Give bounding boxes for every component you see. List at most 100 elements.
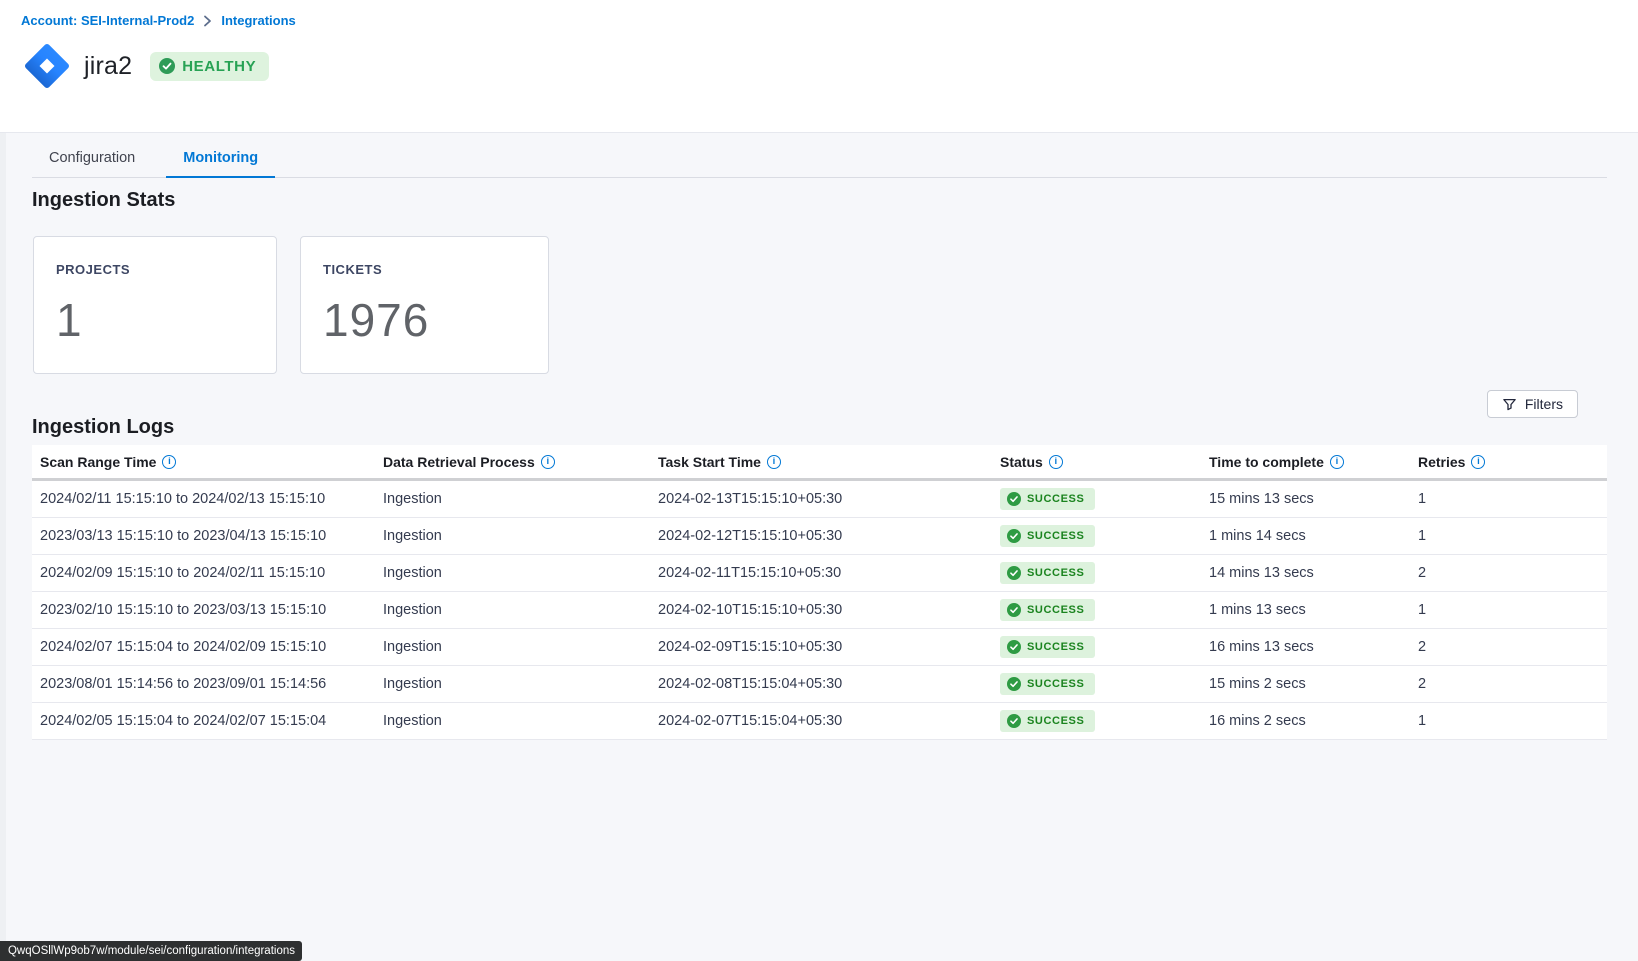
column-header-status: Status i: [1000, 454, 1209, 470]
check-circle-icon: [1007, 566, 1021, 580]
cell-status: SUCCESS: [1000, 710, 1209, 732]
log-rows: 2024/02/11 15:15:10 to 2024/02/13 15:15:…: [32, 481, 1607, 740]
cell-time-to-complete: 15 mins 2 secs: [1209, 676, 1418, 692]
column-label: Data Retrieval Process: [383, 454, 535, 470]
cell-task-start-time: 2024-02-13T15:15:10+05:30: [658, 491, 1000, 507]
stat-cards: PROJECTS 1 TICKETS 1976: [33, 236, 549, 374]
cell-task-start-time: 2024-02-12T15:15:10+05:30: [658, 528, 1000, 544]
cell-scan-range-time: 2024/02/05 15:15:04 to 2024/02/07 15:15:…: [40, 713, 383, 729]
info-icon[interactable]: i: [162, 455, 176, 469]
health-status-badge: HEALTHY: [150, 52, 269, 81]
cell-retries: 1: [1418, 713, 1607, 729]
column-header-retries: Retries i: [1418, 454, 1607, 470]
table-row[interactable]: 2023/03/13 15:15:10 to 2023/04/13 15:15:…: [32, 518, 1607, 555]
column-header-data-retrieval-process: Data Retrieval Process i: [383, 454, 658, 470]
table-row[interactable]: 2024/02/05 15:15:04 to 2024/02/07 15:15:…: [32, 703, 1607, 740]
cell-status: SUCCESS: [1000, 488, 1209, 510]
check-circle-icon: [1007, 492, 1021, 506]
link-preview-path: QwqOSllWp9ob7w/module/sei/configuration/…: [8, 941, 295, 961]
cell-retries: 1: [1418, 528, 1607, 544]
stat-label: PROJECTS: [56, 262, 254, 277]
filters-button-label: Filters: [1525, 396, 1563, 412]
cell-task-start-time: 2024-02-10T15:15:10+05:30: [658, 602, 1000, 618]
filters-button[interactable]: Filters: [1487, 390, 1578, 418]
table-row[interactable]: 2024/02/11 15:15:10 to 2024/02/13 15:15:…: [32, 481, 1607, 518]
info-icon[interactable]: i: [541, 455, 555, 469]
info-icon[interactable]: i: [1330, 455, 1344, 469]
ingestion-logs-heading: Ingestion Logs: [32, 416, 174, 439]
cell-scan-range-time: 2023/03/13 15:15:10 to 2023/04/13 15:15:…: [40, 528, 383, 544]
ingestion-logs-table: Scan Range Time i Data Retrieval Process…: [32, 445, 1607, 740]
check-circle-icon: [1007, 640, 1021, 654]
cell-scan-range-time: 2024/02/07 15:15:04 to 2024/02/09 15:15:…: [40, 639, 383, 655]
ingestion-stats-heading: Ingestion Stats: [32, 189, 175, 212]
status-label: SUCCESS: [1027, 641, 1084, 653]
table-row[interactable]: 2023/02/10 15:15:10 to 2023/03/13 15:15:…: [32, 592, 1607, 629]
column-header-scan-range-time: Scan Range Time i: [40, 454, 383, 470]
check-circle-icon: [1007, 714, 1021, 728]
column-label: Retries: [1418, 454, 1465, 470]
cell-status: SUCCESS: [1000, 599, 1209, 621]
cell-status: SUCCESS: [1000, 673, 1209, 695]
table-row[interactable]: 2023/08/01 15:14:56 to 2023/09/01 15:14:…: [32, 666, 1607, 703]
cell-task-start-time: 2024-02-11T15:15:10+05:30: [658, 565, 1000, 581]
status-label: SUCCESS: [1027, 493, 1084, 505]
stat-value: 1: [56, 293, 254, 347]
status-badge: SUCCESS: [1000, 599, 1095, 621]
info-icon[interactable]: i: [1471, 455, 1485, 469]
column-header-task-start-time: Task Start Time i: [658, 454, 1000, 470]
cell-retries: 1: [1418, 491, 1607, 507]
table-header-row: Scan Range Time i Data Retrieval Process…: [32, 445, 1607, 481]
cell-task-start-time: 2024-02-08T15:15:04+05:30: [658, 676, 1000, 692]
cell-time-to-complete: 15 mins 13 secs: [1209, 491, 1418, 507]
column-label: Task Start Time: [658, 454, 761, 470]
status-badge: SUCCESS: [1000, 710, 1095, 732]
breadcrumb: Account: SEI-Internal-Prod2 Integrations: [21, 13, 296, 28]
chevron-right-icon: [203, 15, 212, 27]
status-badge: SUCCESS: [1000, 673, 1095, 695]
info-icon[interactable]: i: [767, 455, 781, 469]
breadcrumb-integrations-link[interactable]: Integrations: [221, 13, 295, 28]
status-badge: SUCCESS: [1000, 488, 1095, 510]
status-badge: SUCCESS: [1000, 525, 1095, 547]
cell-data-retrieval-process: Ingestion: [383, 639, 658, 655]
stat-value: 1976: [323, 293, 526, 347]
info-icon[interactable]: i: [1049, 455, 1063, 469]
cell-data-retrieval-process: Ingestion: [383, 602, 658, 618]
status-badge: SUCCESS: [1000, 562, 1095, 584]
cell-retries: 2: [1418, 639, 1607, 655]
tab-configuration[interactable]: Configuration: [32, 139, 152, 178]
cell-data-retrieval-process: Ingestion: [383, 565, 658, 581]
table-row[interactable]: 2024/02/07 15:15:04 to 2024/02/09 15:15:…: [32, 629, 1607, 666]
column-label: Scan Range Time: [40, 454, 156, 470]
column-label: Time to complete: [1209, 454, 1324, 470]
health-status-label: HEALTHY: [182, 58, 256, 75]
integration-title-row: jira2 HEALTHY: [21, 40, 269, 92]
status-label: SUCCESS: [1027, 530, 1084, 542]
table-row[interactable]: 2024/02/09 15:15:10 to 2024/02/11 15:15:…: [32, 555, 1607, 592]
check-circle-icon: [1007, 677, 1021, 691]
column-header-time-to-complete: Time to complete i: [1209, 454, 1418, 470]
breadcrumb-account-link[interactable]: Account: SEI-Internal-Prod2: [21, 13, 194, 28]
cell-status: SUCCESS: [1000, 525, 1209, 547]
status-badge: SUCCESS: [1000, 636, 1095, 658]
cell-scan-range-time: 2023/02/10 15:15:10 to 2023/03/13 15:15:…: [40, 602, 383, 618]
cell-data-retrieval-process: Ingestion: [383, 491, 658, 507]
page-title: jira2: [84, 52, 132, 81]
stat-card-projects: PROJECTS 1: [33, 236, 277, 374]
cell-time-to-complete: 16 mins 2 secs: [1209, 713, 1418, 729]
stat-card-tickets: TICKETS 1976: [300, 236, 549, 374]
link-preview-status-bar: QwqOSllWp9ob7w/module/sei/configuration/…: [0, 941, 302, 961]
cell-time-to-complete: 1 mins 13 secs: [1209, 602, 1418, 618]
cell-retries: 1: [1418, 602, 1607, 618]
column-label: Status: [1000, 454, 1043, 470]
cell-time-to-complete: 14 mins 13 secs: [1209, 565, 1418, 581]
check-circle-icon: [1007, 529, 1021, 543]
cell-task-start-time: 2024-02-07T15:15:04+05:30: [658, 713, 1000, 729]
cell-time-to-complete: 1 mins 14 secs: [1209, 528, 1418, 544]
filter-funnel-icon: [1502, 397, 1517, 412]
cell-scan-range-time: 2023/08/01 15:14:56 to 2023/09/01 15:14:…: [40, 676, 383, 692]
page-left-edge: [0, 0, 6, 961]
tab-monitoring[interactable]: Monitoring: [166, 139, 275, 178]
cell-time-to-complete: 16 mins 13 secs: [1209, 639, 1418, 655]
